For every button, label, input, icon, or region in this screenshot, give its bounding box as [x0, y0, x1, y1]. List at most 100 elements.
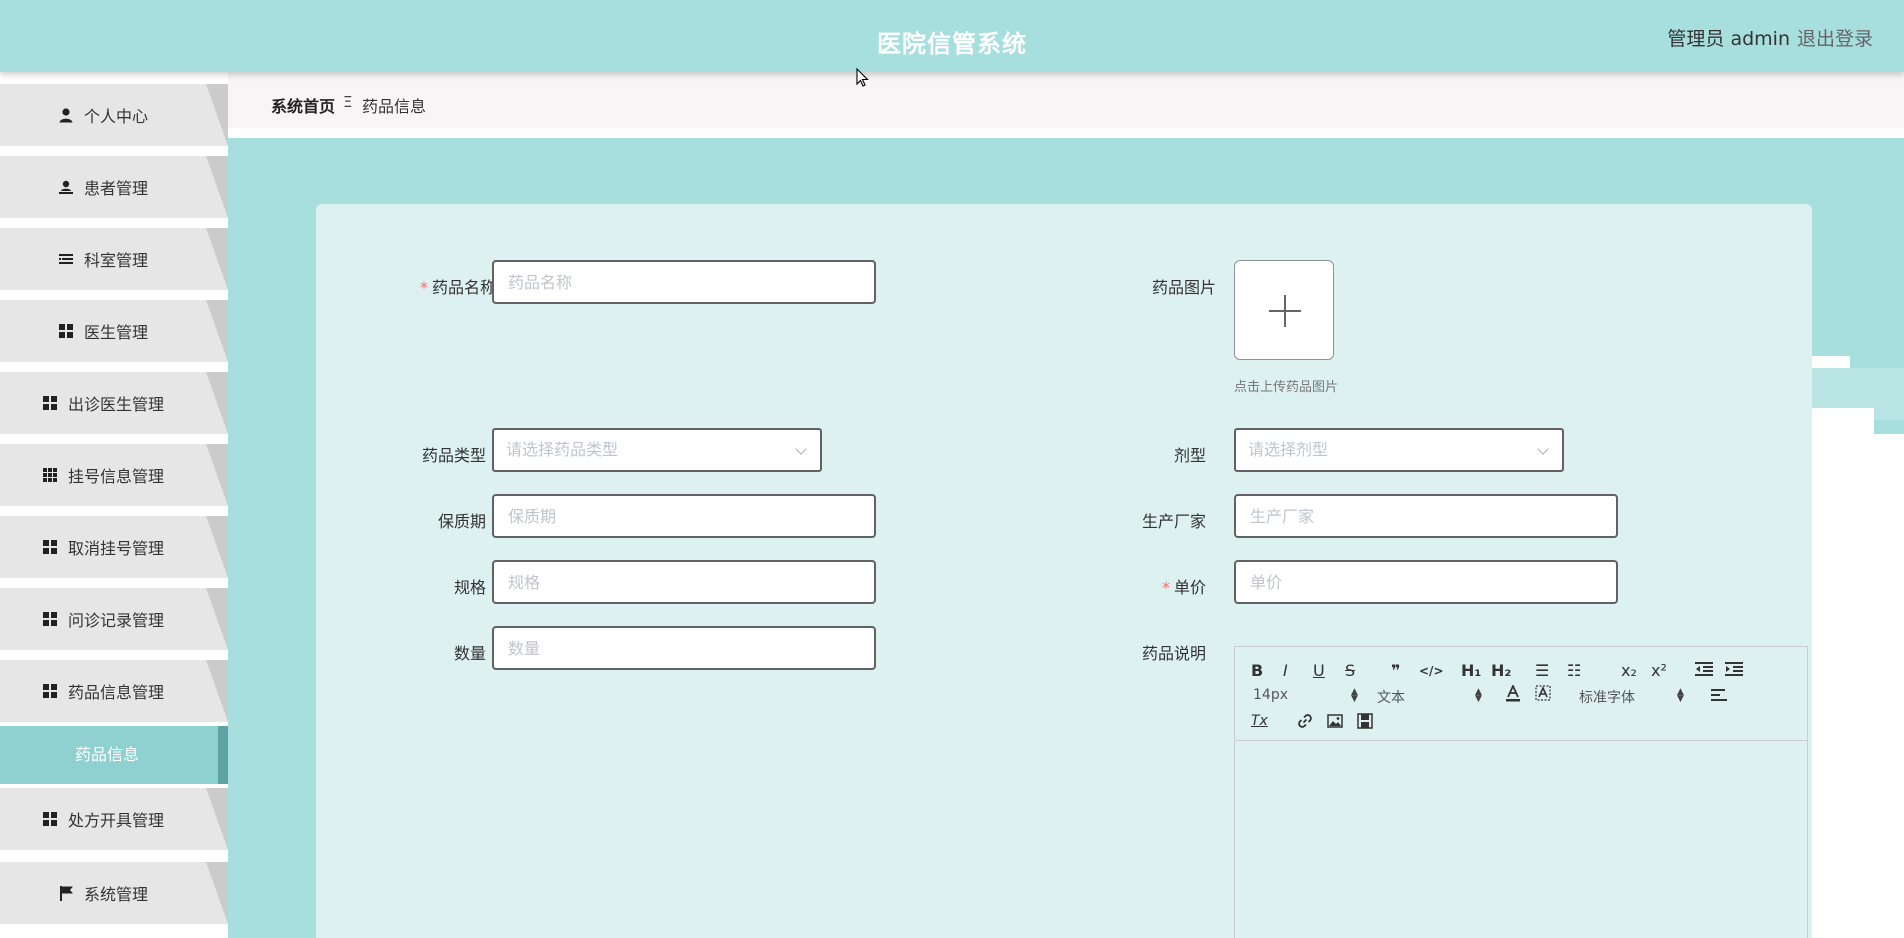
video-button[interactable] [1357, 713, 1373, 734]
grid-icon [42, 811, 58, 827]
sidebar-item-system-management[interactable]: 系统管理 [0, 862, 228, 924]
editor-toolbar: B I U S ❞ </> H₁ H₂ ☰ ☷ x₂ x² 14px ▲ ▼ 文… [1235, 647, 1807, 741]
font-size-select[interactable]: 14px ▲ ▼ [1253, 687, 1363, 704]
image-button[interactable] [1327, 713, 1343, 734]
sidebar-item-visiting-doctor-management[interactable]: 出诊医生管理 [0, 372, 228, 434]
manufacturer-label: 生产厂家 [1141, 512, 1206, 531]
indent-button[interactable] [1725, 661, 1743, 682]
header-format-select[interactable]: 文本 ▲ ▼ [1377, 687, 1487, 707]
required-marker: * [419, 278, 428, 297]
drug-image-label: 药品图片 [1151, 278, 1216, 297]
dosage-form-label: 剂型 [1173, 446, 1206, 465]
sidebar-item-label: 个人中心 [83, 107, 148, 126]
breadcrumb-current: 药品信息 [362, 97, 427, 116]
sidebar-item-cancel-registration-management[interactable]: 取消挂号管理 [0, 516, 228, 578]
spec-label: 规格 [453, 578, 486, 597]
outdent-icon [1695, 662, 1713, 676]
sidebar-item-label: 患者管理 [83, 179, 148, 198]
description-label: 药品说明 [1141, 644, 1206, 663]
sidebar-item-label: 出诊医生管理 [67, 395, 164, 414]
h2-button[interactable]: H₂ [1491, 661, 1511, 681]
manufacturer-input[interactable] [1234, 494, 1618, 538]
sidebar-item-drug-info-management[interactable]: 药品信息管理 [0, 660, 228, 722]
grid-icon [58, 323, 74, 339]
blockquote-button[interactable]: ❞ [1391, 661, 1400, 681]
outdent-button[interactable] [1695, 661, 1713, 682]
sidebar-item-label: 药品信息管理 [67, 683, 164, 702]
sidebar-item-doctor-management[interactable]: 医生管理 [0, 300, 228, 362]
h1-button[interactable]: H₁ [1461, 661, 1481, 681]
text-color-icon [1506, 683, 1520, 702]
link-button[interactable] [1297, 713, 1313, 734]
strike-button[interactable]: S [1345, 661, 1355, 681]
align-left-icon [1711, 689, 1727, 701]
sidebar-item-label: 科室管理 [83, 251, 148, 270]
list-icon [58, 251, 74, 267]
background-color-icon [1535, 685, 1551, 701]
up-down-icon: ▲ ▼ [1351, 687, 1358, 704]
grid-icon [42, 539, 58, 555]
underline-button[interactable]: U [1313, 661, 1325, 681]
sidebar-item-label: 问诊记录管理 [67, 611, 164, 630]
sidebar-item-personal-center[interactable]: 个人中心 [0, 84, 228, 146]
align-button[interactable] [1711, 687, 1727, 708]
ordered-list-button[interactable]: ☰ [1535, 661, 1549, 681]
drug-type-placeholder: 请选择药品类型 [506, 440, 619, 459]
logout-link[interactable]: 退出登录 [1797, 24, 1873, 51]
drug-type-label: 药品类型 [421, 446, 486, 465]
sidebar-item-label: 医生管理 [83, 323, 148, 342]
flag-icon [58, 885, 74, 901]
sidebar-item-label: 处方开具管理 [67, 811, 164, 830]
background-color-button[interactable] [1535, 685, 1551, 708]
italic-button[interactable]: I [1283, 661, 1288, 681]
shelf-life-input[interactable] [492, 494, 876, 538]
required-marker: * [1161, 578, 1170, 597]
drug-name-input[interactable] [492, 260, 876, 304]
sidebar-subitem-drug-info[interactable]: 药品信息 [0, 726, 228, 784]
sidebar-item-label: 取消挂号管理 [67, 539, 164, 558]
shelf-life-label: 保质期 [437, 512, 486, 531]
drug-name-label: * 药品名称 [419, 278, 496, 297]
up-down-icon: ▲ ▼ [1677, 687, 1684, 704]
description-editor: B I U S ❞ </> H₁ H₂ ☰ ☷ x₂ x² 14px ▲ ▼ 文… [1234, 646, 1808, 938]
superscript-button[interactable]: x² [1651, 661, 1667, 681]
sidebar-item-department-management[interactable]: 科室管理 [0, 228, 228, 290]
quantity-input[interactable] [492, 626, 876, 670]
breadcrumb-home[interactable]: 系统首页 [271, 93, 335, 117]
grid-icon [42, 683, 58, 699]
sidebar-item-registration-management[interactable]: 挂号信息管理 [0, 444, 228, 506]
sidebar-item-patient-management[interactable]: 患者管理 [0, 156, 228, 218]
drug-type-select[interactable]: 请选择药品类型 [492, 428, 822, 472]
image-upload-button[interactable] [1234, 260, 1334, 360]
chevron-down-icon [1537, 443, 1549, 455]
up-down-icon: ▲ ▼ [1475, 687, 1482, 704]
upload-hint: 点击上传药品图片 [1234, 380, 1339, 395]
code-block-button[interactable]: </> [1419, 661, 1444, 681]
bold-button[interactable]: B [1251, 661, 1263, 681]
sidebar-item-label: 挂号信息管理 [67, 467, 164, 486]
bullet-list-button[interactable]: ☷ [1567, 661, 1581, 681]
subscript-button[interactable]: x₂ [1621, 661, 1637, 681]
current-user: 管理员 admin [1667, 28, 1790, 50]
sidebar-item-consultation-record-management[interactable]: 问诊记录管理 [0, 588, 228, 650]
sidebar-item-label: 系统管理 [83, 885, 148, 904]
grid-icon [42, 611, 58, 627]
sidebar-subitem-label: 药品信息 [74, 745, 139, 764]
top-header: 医院信管系统 管理员 admin 退出登录 [0, 0, 1904, 72]
clear-format-button[interactable]: Tx [1251, 711, 1268, 731]
dosage-form-select[interactable]: 请选择剂型 [1234, 428, 1564, 472]
drug-form-card: *药品名称 药品图片 点击上传药品图片 药品类型 请选择药品类型 剂型 请选择剂… [316, 204, 1812, 938]
unit-price-label: * 单价 [1161, 578, 1206, 597]
chevron-down-icon [795, 443, 807, 455]
dosage-form-placeholder: 请选择剂型 [1248, 440, 1329, 459]
sidebar-item-prescription-management[interactable]: 处方开具管理 [0, 788, 228, 850]
main-content: *药品名称 药品图片 点击上传药品图片 药品类型 请选择药品类型 剂型 请选择剂… [228, 138, 1904, 938]
font-family-select[interactable]: 标准字体 ▲ ▼ [1579, 687, 1689, 707]
breadcrumb-separator: Ξ [343, 93, 353, 111]
editor-content-area[interactable] [1235, 742, 1807, 938]
video-icon [1357, 713, 1373, 729]
unit-price-input[interactable] [1234, 560, 1618, 604]
spec-input[interactable] [492, 560, 876, 604]
text-color-button[interactable] [1505, 683, 1521, 708]
user-icon [58, 107, 74, 123]
